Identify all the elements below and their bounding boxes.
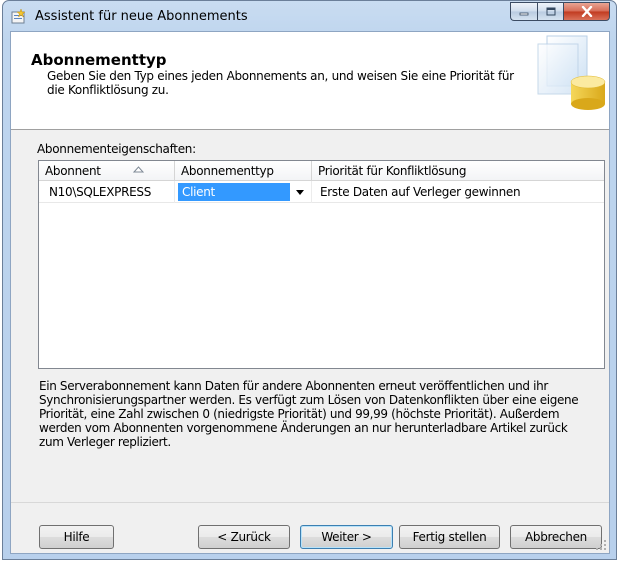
window-title: Assistent für neue Abonnements <box>35 9 248 24</box>
grid-header: Abonnent Abonnementtyp Priorität für Kon… <box>39 161 604 181</box>
next-button[interactable]: Weiter > <box>300 525 393 549</box>
page-description: Geben Sie den Typ eines jeden Abonnement… <box>47 69 514 97</box>
cell-subscriber: N10\SQLEXPRESS <box>39 181 175 203</box>
wizard-client-area: Abonnementtyp Geben Sie den Typ eines je… <box>10 31 610 554</box>
column-header-label: Priorität für Konfliktlösung <box>318 164 467 178</box>
close-button[interactable] <box>563 2 610 21</box>
finish-button[interactable]: Fertig stellen <box>399 525 500 549</box>
column-header-subscription-type[interactable]: Abonnementtyp <box>175 161 312 181</box>
finish-button-label: Fertig stellen <box>412 530 487 544</box>
sort-ascending-icon <box>133 166 144 173</box>
back-button-label: < Zurück <box>217 530 271 544</box>
wizard-header: Abonnementtyp Geben Sie den Typ eines je… <box>11 32 609 130</box>
dropdown-arrow-icon[interactable] <box>290 183 309 201</box>
page-title: Abonnementtyp <box>31 51 167 69</box>
maximize-button[interactable] <box>537 2 563 21</box>
subscription-properties-label: Abonnementeigenschaften: <box>37 142 196 156</box>
subscription-properties-grid[interactable]: Abonnent Abonnementtyp Priorität für Kon… <box>38 160 605 369</box>
info-text: Ein Serverabonnement kann Daten für ande… <box>39 379 579 449</box>
column-header-label: Abonnent <box>45 164 101 178</box>
help-button-label: Hilfe <box>63 530 90 544</box>
column-header-label: Abonnementtyp <box>181 164 274 178</box>
wizard-window: Assistent für neue Abonnements Abonnemen… <box>2 0 617 560</box>
caption-buttons <box>510 2 610 21</box>
column-header-conflict-priority[interactable]: Priorität für Konfliktlösung <box>312 161 604 181</box>
close-icon <box>581 6 592 17</box>
wizard-app-icon <box>11 8 27 25</box>
cell-conflict-priority: Erste Daten auf Verleger gewinnen <box>320 185 521 199</box>
minimize-button[interactable] <box>510 2 537 21</box>
back-button[interactable]: < Zurück <box>198 525 290 549</box>
cancel-button-label: Abbrechen <box>525 530 587 544</box>
subscription-type-value: Client <box>178 183 290 201</box>
cell-subscription-type: Client <box>175 181 312 203</box>
database-wizard-icon <box>532 34 607 112</box>
maximize-icon <box>546 7 555 16</box>
minimize-icon <box>519 12 529 15</box>
subscription-type-dropdown[interactable]: Client <box>178 183 309 201</box>
help-button[interactable]: Hilfe <box>39 525 114 549</box>
column-header-subscriber[interactable]: Abonnent <box>39 161 175 181</box>
cancel-button[interactable]: Abbrechen <box>510 525 602 549</box>
footer-divider <box>11 502 609 503</box>
title-bar[interactable]: Assistent für neue Abonnements <box>3 1 616 31</box>
size-grip-icon[interactable] <box>595 539 607 551</box>
next-button-label: Weiter > <box>321 530 372 544</box>
table-row[interactable]: N10\SQLEXPRESS Client Erste Daten auf Ve… <box>39 181 604 203</box>
